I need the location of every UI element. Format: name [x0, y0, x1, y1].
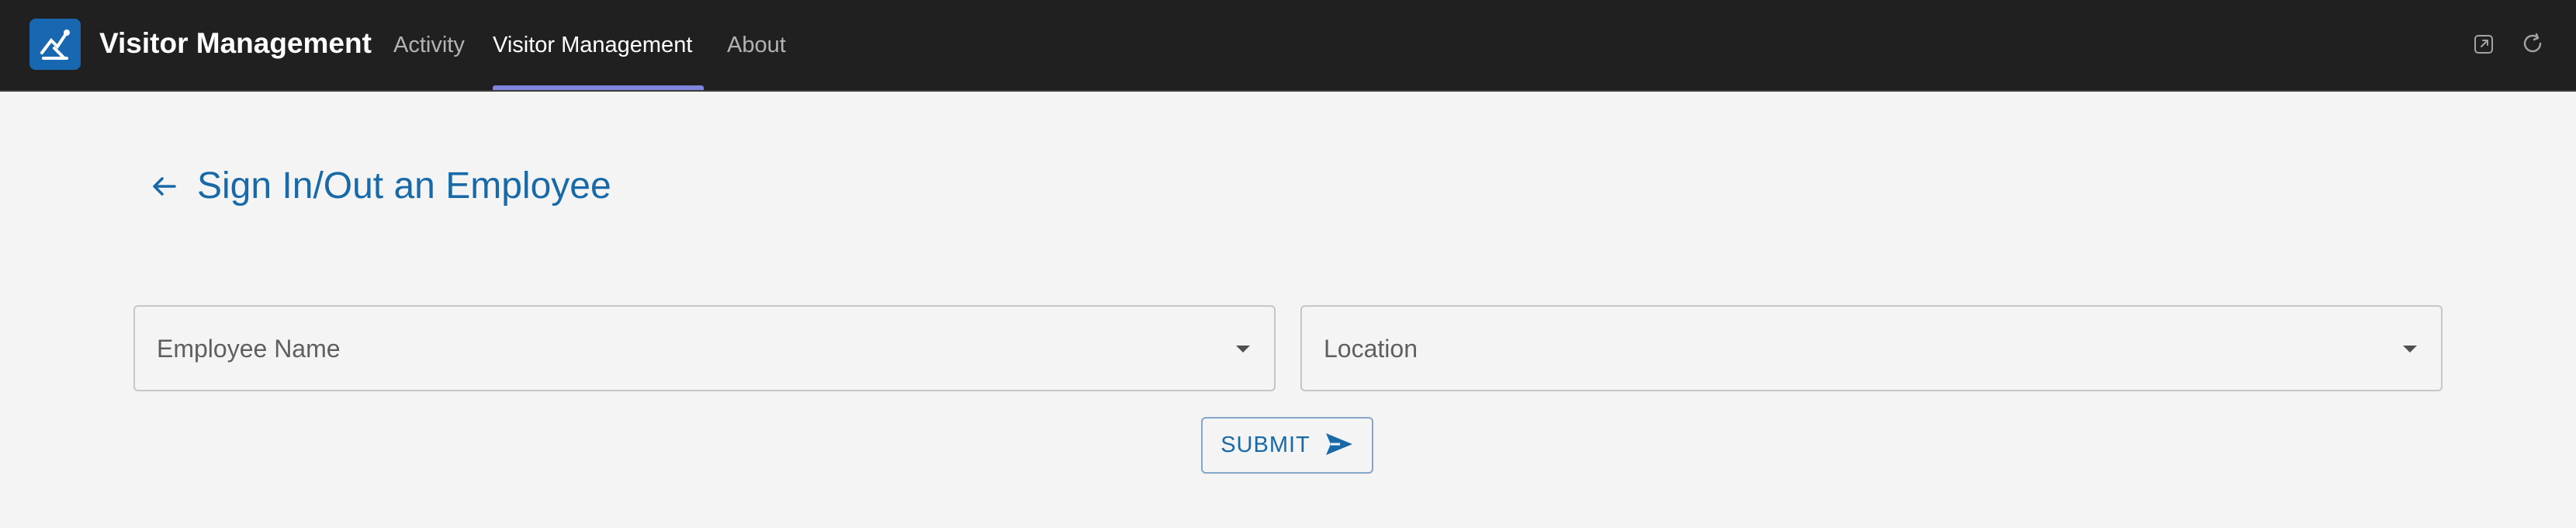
app-title: Visitor Management	[99, 27, 372, 59]
page-title: Sign In/Out an Employee	[197, 165, 611, 207]
tab-activity[interactable]: Activity	[393, 31, 465, 59]
arrow-left-icon[interactable]	[147, 170, 180, 203]
location-select[interactable]: Location	[1300, 305, 2443, 391]
tab-about[interactable]: About	[727, 31, 786, 59]
visitor-app-icon	[29, 19, 81, 70]
refresh-icon[interactable]	[2520, 31, 2547, 57]
chevron-down-icon	[2401, 340, 2419, 359]
employee-name-label: Employee Name	[157, 335, 341, 363]
page-heading: Sign In/Out an Employee	[147, 162, 611, 211]
send-icon	[1324, 432, 1354, 459]
location-label: Location	[1324, 335, 1418, 363]
active-tab-indicator	[493, 85, 704, 90]
tab-visitor-management[interactable]: Visitor Management	[493, 31, 692, 59]
submit-button[interactable]: SUBMIT	[1201, 417, 1373, 474]
employee-name-select[interactable]: Employee Name	[133, 305, 1276, 391]
open-external-icon[interactable]	[2470, 31, 2497, 57]
submit-label: SUBMIT	[1220, 432, 1311, 457]
chevron-down-icon	[1234, 340, 1252, 359]
top-app-bar: Visitor Management Activity Visitor Mana…	[0, 0, 2576, 92]
